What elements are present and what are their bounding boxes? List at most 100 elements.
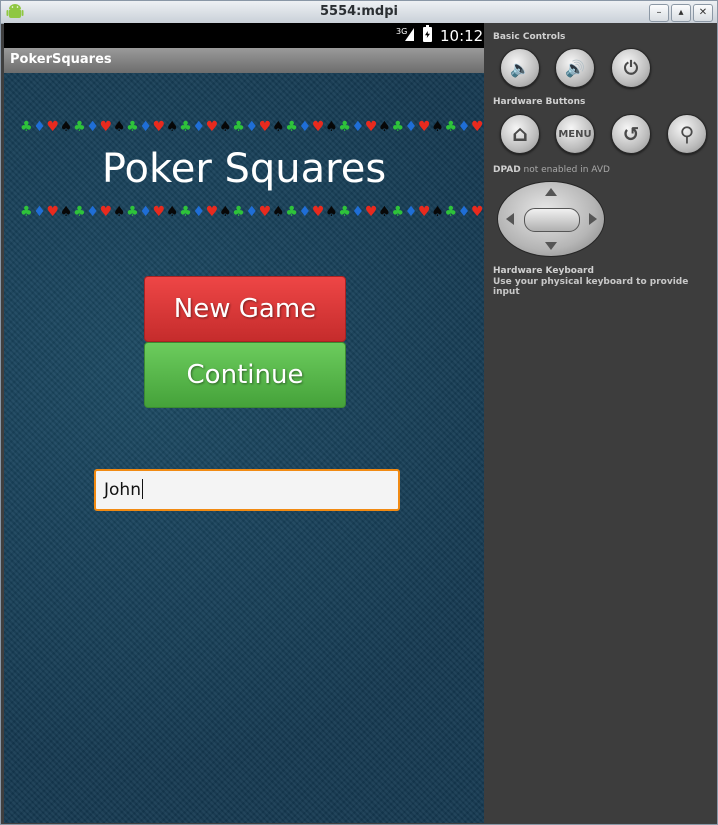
close-button[interactable]: ✕ bbox=[693, 4, 713, 22]
heart-icon: ♥ bbox=[205, 204, 219, 220]
suits-row-top: ♣♦♥♠♣♦♥♠♣♦♥♠♣♦♥♠♣♦♥♠♣♦♥♠♣♦♥♠♣♦♥♠♣♦♥♠♣ bbox=[20, 119, 484, 135]
heart-icon: ♥ bbox=[417, 204, 432, 220]
diamond-icon: ♦ bbox=[298, 119, 312, 135]
suits-row-bottom: ♣♦♥♠♣♦♥♠♣♦♥♠♣♦♥♠♣♦♥♠♣♦♥♠♣♦♥♠♣♦♥♠♣♦♥♠♣ bbox=[20, 204, 484, 220]
diamond-icon: ♦ bbox=[298, 204, 312, 220]
club-icon: ♣ bbox=[232, 119, 246, 135]
volume-up-icon: 🔊 bbox=[565, 58, 585, 78]
hardware-keyboard-label: Hardware Keyboard bbox=[493, 266, 594, 276]
heart-icon: ♥ bbox=[152, 119, 166, 135]
volume-up-button[interactable]: 🔊 bbox=[555, 48, 595, 88]
search-button[interactable]: ⚲ bbox=[667, 114, 707, 154]
club-icon: ♣ bbox=[338, 204, 352, 220]
heart-icon: ♥ bbox=[417, 119, 432, 135]
power-button[interactable]: ⏻ bbox=[611, 48, 651, 88]
spade-icon: ♠ bbox=[218, 119, 233, 135]
signal-icon bbox=[405, 28, 414, 41]
club-icon: ♣ bbox=[444, 204, 458, 220]
spade-icon: ♠ bbox=[165, 119, 180, 135]
menu-button[interactable]: MENU bbox=[555, 114, 595, 154]
player-name-value: John bbox=[104, 480, 141, 500]
status-time: 10:12 bbox=[440, 27, 484, 45]
heart-icon: ♥ bbox=[311, 119, 326, 135]
diamond-icon: ♦ bbox=[192, 204, 206, 220]
continue-button[interactable]: Continue bbox=[144, 342, 346, 408]
player-name-input[interactable]: John bbox=[94, 469, 400, 511]
spade-icon: ♠ bbox=[325, 119, 339, 135]
spade-icon: ♠ bbox=[431, 204, 445, 220]
club-icon: ♣ bbox=[391, 204, 405, 220]
dpad-center-button[interactable] bbox=[524, 208, 580, 232]
new-game-button[interactable]: New Game bbox=[144, 276, 346, 342]
spade-icon: ♠ bbox=[378, 119, 392, 135]
dpad-down-icon[interactable] bbox=[545, 242, 557, 250]
heart-icon: ♥ bbox=[258, 204, 273, 220]
home-button[interactable]: ⌂ bbox=[500, 114, 540, 154]
diamond-icon: ♦ bbox=[86, 204, 100, 220]
heart-icon: ♥ bbox=[99, 204, 113, 220]
dpad-control[interactable] bbox=[497, 181, 605, 257]
diamond-icon: ♦ bbox=[139, 204, 153, 220]
device-screen: 3G 10:12 PokerSquares ♣♦♥♠♣♦♥♠♣♦♥♠♣♦♥♠♣♦… bbox=[4, 23, 484, 823]
action-bar: PokerSquares bbox=[4, 48, 484, 73]
spade-icon: ♠ bbox=[272, 204, 286, 220]
volume-down-icon: 🔈 bbox=[510, 58, 530, 78]
spade-icon: ♠ bbox=[112, 119, 127, 135]
dpad-label: DPAD not enabled in AVD bbox=[493, 165, 610, 175]
spade-icon: ♠ bbox=[218, 204, 233, 220]
club-icon: ♣ bbox=[285, 204, 299, 220]
diamond-icon: ♦ bbox=[139, 119, 153, 135]
status-bar: 3G 10:12 bbox=[4, 23, 484, 48]
club-icon: ♣ bbox=[444, 119, 458, 135]
club-icon: ♣ bbox=[232, 204, 246, 220]
dpad-up-icon[interactable] bbox=[545, 188, 557, 196]
power-icon: ⏻ bbox=[623, 57, 639, 79]
heart-icon: ♥ bbox=[258, 119, 273, 135]
text-caret bbox=[141, 479, 143, 499]
game-title: Poker Squares bbox=[101, 146, 387, 192]
spade-icon: ♠ bbox=[431, 119, 445, 135]
emulator-window: 5554:mdpi – ▴ ✕ 3G 10:12 PokerSquares ♣♦… bbox=[0, 0, 718, 825]
club-icon: ♣ bbox=[179, 119, 193, 135]
diamond-icon: ♦ bbox=[351, 119, 365, 135]
diamond-icon: ♦ bbox=[404, 119, 418, 135]
hardware-keyboard-hint: Use your physical keyboard to provide in… bbox=[493, 277, 689, 297]
back-button[interactable]: ↺ bbox=[611, 114, 651, 154]
club-icon: ♣ bbox=[73, 119, 87, 135]
heart-icon: ♥ bbox=[364, 204, 379, 220]
menu-label: MENU bbox=[558, 128, 592, 140]
spade-icon: ♠ bbox=[378, 204, 392, 220]
heart-icon: ♥ bbox=[152, 204, 166, 220]
diamond-icon: ♦ bbox=[404, 204, 418, 220]
club-icon: ♣ bbox=[73, 204, 87, 220]
home-icon: ⌂ bbox=[512, 121, 528, 147]
spade-icon: ♠ bbox=[165, 204, 180, 220]
diamond-icon: ♦ bbox=[457, 119, 472, 135]
diamond-icon: ♦ bbox=[351, 204, 365, 220]
heart-icon: ♥ bbox=[471, 119, 484, 135]
window-title: 5554:mdpi bbox=[320, 4, 398, 19]
spade-icon: ♠ bbox=[112, 204, 127, 220]
app-title: PokerSquares bbox=[10, 52, 112, 67]
diamond-icon: ♦ bbox=[457, 204, 472, 220]
heart-icon: ♥ bbox=[46, 119, 60, 135]
club-icon: ♣ bbox=[391, 119, 405, 135]
emulator-controls-panel: Basic Controls 🔈 🔊 ⏻ Hardware Buttons ⌂ … bbox=[484, 23, 717, 823]
diamond-icon: ♦ bbox=[86, 119, 100, 135]
spade-icon: ♠ bbox=[272, 119, 286, 135]
heart-icon: ♥ bbox=[205, 119, 219, 135]
dpad-right-icon[interactable] bbox=[589, 213, 597, 225]
diamond-icon: ♦ bbox=[33, 119, 47, 135]
volume-down-button[interactable]: 🔈 bbox=[500, 48, 540, 88]
battery-icon bbox=[423, 25, 432, 42]
heart-icon: ♥ bbox=[99, 119, 113, 135]
minimize-button[interactable]: – bbox=[649, 4, 669, 22]
club-icon: ♣ bbox=[285, 119, 299, 135]
spade-icon: ♠ bbox=[59, 119, 74, 135]
maximize-button[interactable]: ▴ bbox=[671, 4, 691, 22]
window-titlebar[interactable]: 5554:mdpi – ▴ ✕ bbox=[1, 1, 717, 24]
dpad-left-icon[interactable] bbox=[506, 213, 514, 225]
club-icon: ♣ bbox=[126, 119, 140, 135]
diamond-icon: ♦ bbox=[245, 204, 259, 220]
club-icon: ♣ bbox=[20, 204, 34, 220]
